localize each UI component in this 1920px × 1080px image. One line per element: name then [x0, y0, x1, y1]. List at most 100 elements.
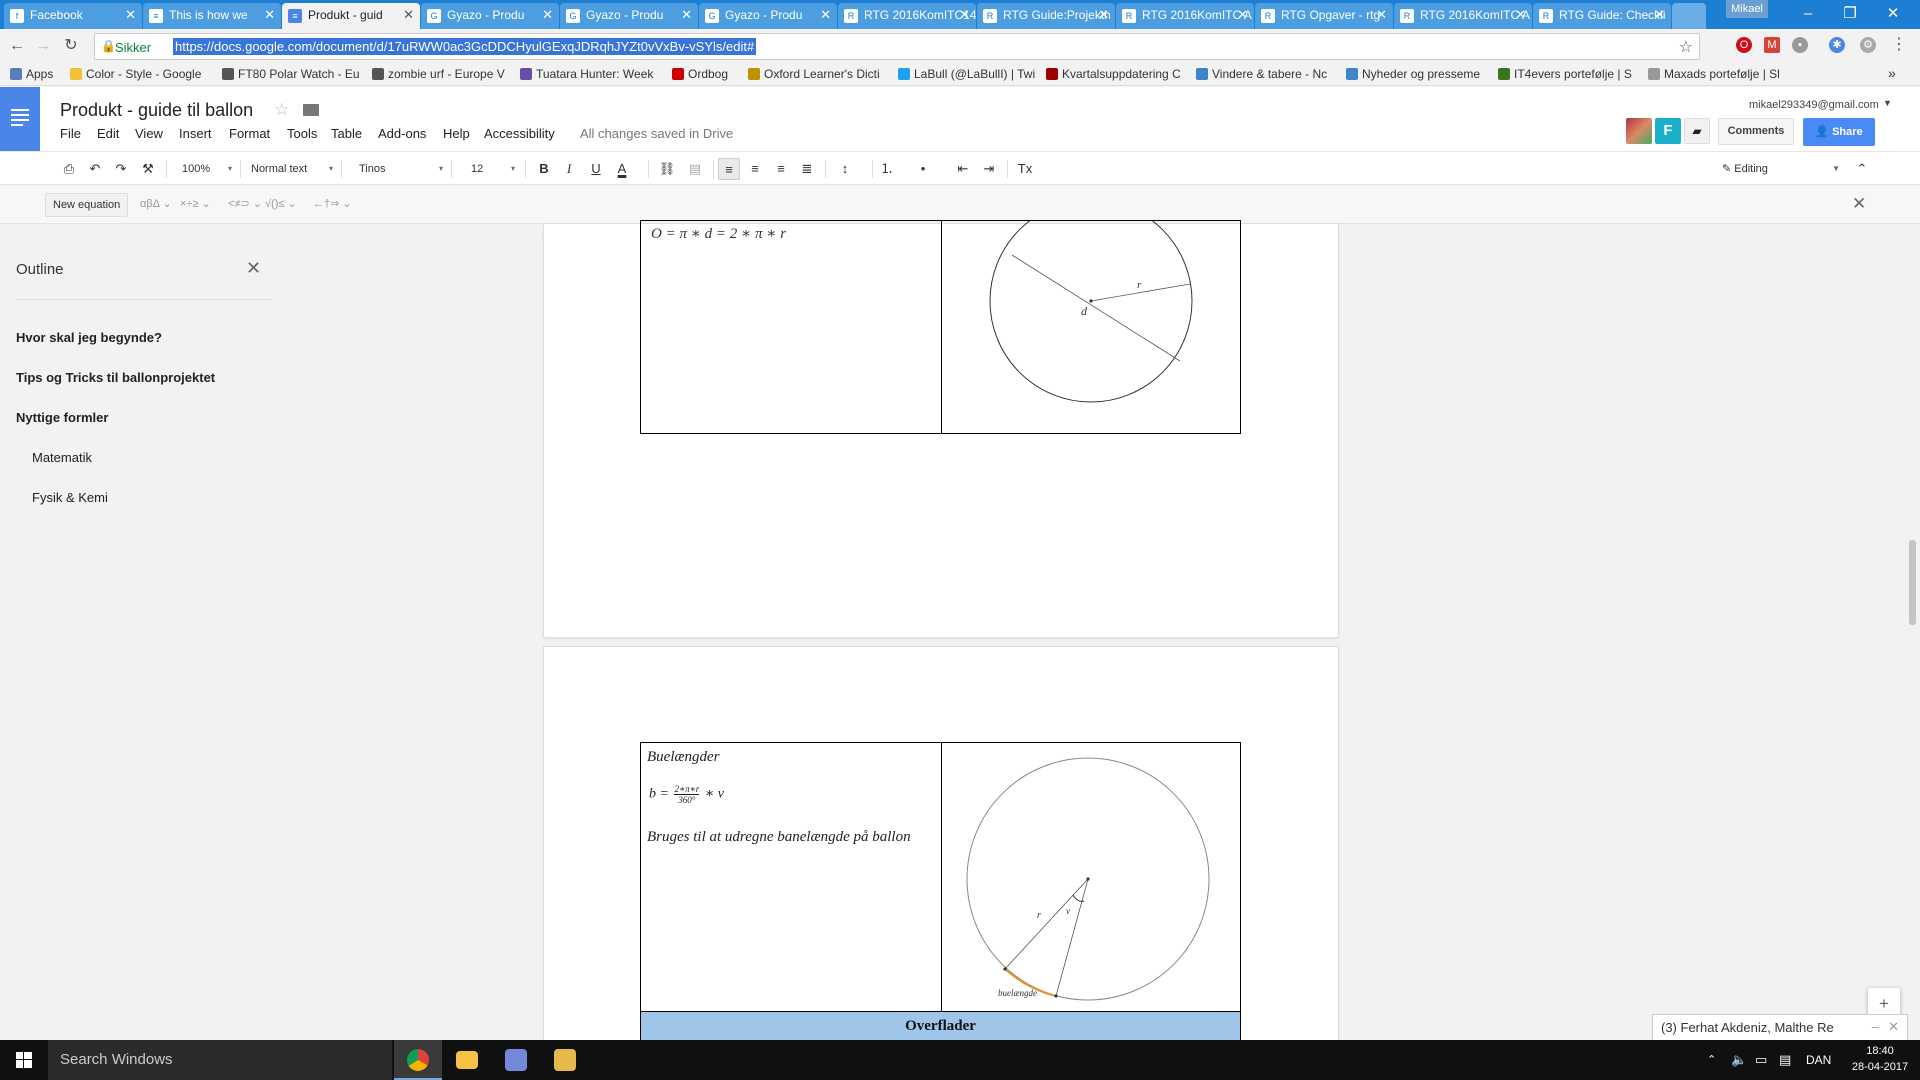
relations-menu[interactable]: <≠⊃ ⌄ [228, 197, 262, 210]
operators-menu[interactable]: ×÷≥ ⌄ [180, 197, 211, 210]
opera-extension-icon[interactable]: O [1736, 37, 1752, 53]
chevron-down-icon[interactable]: ▼ [1883, 98, 1892, 108]
arc-length-heading[interactable]: Buelængder [647, 749, 720, 766]
menu-tools[interactable]: Tools [287, 126, 317, 141]
redo-icon[interactable]: ↷ [110, 158, 132, 180]
menu-file[interactable]: File [60, 126, 81, 141]
close-tab-icon[interactable]: ✕ [820, 7, 831, 23]
arrows-menu[interactable]: ←†⇒ ⌄ [313, 197, 352, 210]
menu-view[interactable]: View [135, 126, 163, 141]
font-size-select[interactable]: 12 [471, 158, 515, 180]
folder-icon[interactable] [303, 104, 319, 116]
menu-format[interactable]: Format [229, 126, 270, 141]
chat-icon[interactable]: ▰ [1684, 118, 1710, 144]
chrome-menu-icon[interactable]: ⋮ [1891, 37, 1907, 53]
close-tab-icon[interactable]: ✕ [1515, 7, 1526, 23]
extension-blue-icon[interactable]: ✱ [1829, 37, 1845, 53]
outline-item[interactable]: Hvor skal jeg begynde? [16, 330, 162, 345]
notification-icon[interactable]: ▤ [1779, 1040, 1791, 1080]
new-equation-button[interactable]: New equation [45, 193, 129, 217]
document-page[interactable]: O = π ∗ d = 2 ∗ π ∗ r r d [544, 220, 1338, 637]
bulleted-list-icon[interactable]: • [912, 158, 934, 180]
style-select[interactable]: Normal text [251, 158, 333, 180]
arc-length-description[interactable]: Bruges til at udregne banelængde på ball… [647, 829, 911, 846]
network-icon[interactable]: ▭ [1755, 1040, 1767, 1080]
table-cell[interactable]: O = π ∗ d = 2 ∗ π ∗ r [640, 220, 942, 434]
editing-mode-select[interactable]: ✎ Editing ▼ [1722, 158, 1840, 180]
menu-table[interactable]: Table [331, 126, 362, 141]
align-right-icon[interactable]: ≡ [770, 158, 792, 180]
chrome-taskbar-app[interactable] [394, 1040, 442, 1080]
close-tab-icon[interactable]: ✕ [542, 7, 553, 23]
show-hidden-icons-icon[interactable]: ⌃ [1707, 1040, 1716, 1080]
menu-accessibility[interactable]: Accessibility [484, 126, 555, 141]
collapse-menus-icon[interactable]: ⌃ [1851, 158, 1873, 180]
save-status[interactable]: All changes saved in Drive [580, 126, 733, 141]
browser-tab[interactable]: G Gyazo - Produ ✕ [699, 3, 837, 29]
reload-icon[interactable]: ↻ [60, 35, 82, 57]
print-icon[interactable]: ⎙ [58, 158, 80, 180]
close-tab-icon[interactable]: ✕ [1654, 7, 1665, 23]
discord-taskbar-app[interactable] [492, 1040, 540, 1080]
browser-tab[interactable]: R RTG 2016KomITC14 ✕ [838, 3, 976, 29]
outline-item[interactable]: Fysik & Kemi [32, 490, 108, 505]
browser-tab[interactable]: R RTG Guide: Checkli ✕ [1533, 3, 1671, 29]
align-justify-icon[interactable]: ≣ [796, 158, 818, 180]
close-tab-icon[interactable]: ✕ [681, 7, 692, 23]
greek-letters-menu[interactable]: αβΔ ⌄ [140, 197, 172, 210]
outline-item[interactable]: Tips og Tricks til ballonprojektet [16, 370, 215, 385]
browser-tab[interactable]: ≡ Produkt - guid ✕ [282, 3, 420, 29]
surfaces-heading[interactable]: Overflader [640, 1011, 1241, 1040]
close-tab-icon[interactable]: ✕ [264, 7, 275, 23]
browser-tab[interactable]: R RTG 2016KomITC A ✕ [1394, 3, 1532, 29]
menu-addons[interactable]: Add-ons [378, 126, 426, 141]
zoom-select[interactable]: 100% [182, 158, 232, 180]
url-text[interactable]: https://docs.google.com/document/d/17uRW… [173, 38, 757, 55]
chat-notification[interactable]: (3) Ferhat Akdeniz, Malthe Re – ✕ [1652, 1014, 1908, 1040]
close-tab-icon[interactable]: ✕ [125, 7, 136, 23]
bookmark-item[interactable]: FT80 Polar Watch - Eu [222, 67, 362, 81]
table-cell[interactable]: Buelængder b = 2∗π∗r 360° ∗ v Bruges til… [640, 742, 942, 1013]
maximize-button[interactable]: ❐ [1830, 2, 1870, 26]
docs-logo-icon[interactable] [0, 87, 40, 151]
bookmark-item[interactable]: IT4evers portefølje | S [1498, 67, 1638, 81]
close-window-button[interactable]: ✕ [1873, 2, 1913, 26]
table-cell[interactable]: r v buelængde [941, 742, 1241, 1013]
forward-arrow-icon[interactable]: → [32, 35, 54, 57]
document-title[interactable]: Produkt - guide til ballon [60, 100, 253, 121]
numbered-list-icon[interactable]: ⒈ [876, 158, 898, 180]
bookmark-item[interactable]: Kvartalsuppdatering C [1046, 67, 1186, 81]
menu-edit[interactable]: Edit [97, 126, 119, 141]
close-icon[interactable]: ✕ [246, 258, 261, 279]
clear-formatting-icon[interactable]: Tx [1014, 158, 1036, 180]
underline-icon[interactable]: U [585, 158, 607, 180]
outline-item[interactable]: Matematik [32, 450, 92, 465]
bookmark-item[interactable]: Oxford Learner's Dicti [748, 67, 888, 81]
bookmark-item[interactable]: Ordbog [672, 67, 738, 81]
bookmark-item[interactable]: Maxads portefølje | Sl [1648, 67, 1788, 81]
browser-tab[interactable]: G Gyazo - Produ ✕ [421, 3, 559, 29]
link-icon[interactable]: ⛓ [656, 158, 678, 180]
bookmark-item[interactable]: Apps [10, 67, 60, 81]
browser-tab[interactable]: R RTG 2016KomITC A ✕ [1116, 3, 1254, 29]
increase-indent-icon[interactable]: ⇥ [978, 158, 1000, 180]
extension-grey-icon[interactable]: ⚙ [1860, 37, 1876, 53]
collaborator-avatar-f[interactable]: F [1655, 118, 1681, 144]
browser-tab[interactable]: G Gyazo - Produ ✕ [560, 3, 698, 29]
language-indicator[interactable]: DAN [1806, 1040, 1831, 1080]
minimize-button[interactable]: – [1788, 2, 1828, 26]
close-tab-icon[interactable]: ✕ [959, 7, 970, 23]
volume-icon[interactable]: 🔈 [1731, 1040, 1747, 1080]
table-cell[interactable]: r d [941, 220, 1241, 434]
browser-tab[interactable]: R RTG Guide:Projekth ✕ [977, 3, 1115, 29]
align-center-icon[interactable]: ≡ [744, 158, 766, 180]
collaborator-avatar[interactable] [1626, 118, 1652, 144]
align-left-icon[interactable]: ≡ [718, 158, 740, 180]
scrollbar-thumb[interactable] [1909, 540, 1916, 625]
bookmark-item[interactable]: Tuatara Hunter: Week [520, 67, 662, 81]
close-icon[interactable]: ✕ [1888, 1019, 1899, 1035]
circumference-formula[interactable]: O = π ∗ d = 2 ∗ π ∗ r [651, 224, 786, 243]
font-select[interactable]: Tinos [359, 158, 443, 180]
document-scrollbar[interactable] [1905, 235, 1920, 1040]
bold-icon[interactable]: B [533, 158, 555, 180]
